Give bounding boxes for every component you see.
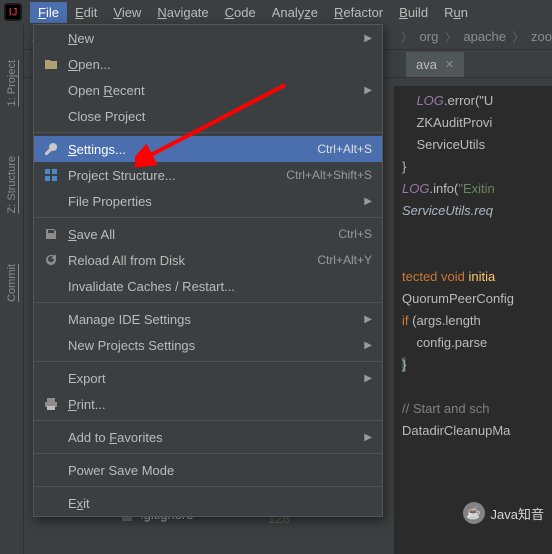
menu-item-label: Invalidate Caches / Restart... — [68, 279, 372, 294]
menu-separator — [34, 453, 382, 454]
structure-icon — [42, 168, 60, 182]
breadcrumb-part[interactable]: apache — [463, 29, 506, 44]
menu-item-label: Reload All from Disk — [68, 253, 317, 268]
rail-project[interactable]: 1: Project — [6, 60, 18, 106]
editor-tab[interactable]: ava ✕ — [406, 52, 464, 77]
menu-view[interactable]: View — [105, 2, 149, 23]
watermark-text: Java知音 — [491, 504, 544, 523]
submenu-arrow-icon: ▶ — [364, 340, 372, 351]
file-menu-dropdown: New ▶ Open... Open Recent ▶ Close Project Sett… — [33, 24, 383, 517]
menu-build[interactable]: Build — [391, 2, 436, 23]
menu-item-reload-all-from-disk[interactable]: Reload All from DiskCtrl+Alt+Y — [34, 247, 382, 273]
menu-separator — [34, 217, 382, 218]
submenu-arrow-icon: ▶ — [364, 432, 372, 443]
submenu-arrow-icon: ▶ — [364, 85, 372, 96]
menu-item-save-all[interactable]: Save AllCtrl+S — [34, 221, 382, 247]
save-icon — [42, 227, 60, 241]
watermark: ☕ Java知音 — [463, 502, 544, 524]
menu-item-add-to-favorites[interactable]: Add to Favorites ▶ — [34, 424, 382, 450]
menu-item-label: Settings... — [68, 142, 317, 157]
menu-item-new-projects-settings[interactable]: New Projects Settings ▶ — [34, 332, 382, 358]
open-icon — [42, 57, 60, 71]
code-editor[interactable]: LOG.error("U ZKAuditProvi ServiceUtils}L… — [394, 86, 552, 554]
menu-item-close-project[interactable]: Close Project — [34, 103, 382, 129]
reload-icon — [42, 253, 60, 267]
menu-item-label: Open... — [68, 57, 372, 72]
menubar: IJ FileEditViewNavigateCodeAnalyzeRefact… — [0, 0, 552, 24]
menu-item-label: Exit — [68, 496, 372, 511]
menu-item-label: Project Structure... — [68, 168, 286, 183]
menu-item-power-save-mode[interactable]: Power Save Mode — [34, 457, 382, 483]
rail-structure[interactable]: Z: Structure — [6, 156, 18, 213]
menu-item-label: Open Recent — [68, 83, 358, 98]
menu-separator — [34, 302, 382, 303]
menu-item-open[interactable]: Open... — [34, 51, 382, 77]
menu-item-shortcut: Ctrl+Alt+Shift+S — [286, 168, 372, 182]
menu-separator — [34, 361, 382, 362]
menu-separator — [34, 132, 382, 133]
menu-item-shortcut: Ctrl+S — [338, 227, 372, 241]
breadcrumb-part[interactable]: org — [420, 29, 439, 44]
menu-run[interactable]: Run — [436, 2, 476, 23]
svg-text:IJ: IJ — [9, 7, 18, 19]
menu-item-export[interactable]: Export ▶ — [34, 365, 382, 391]
submenu-arrow-icon: ▶ — [364, 196, 372, 207]
menu-item-label: Power Save Mode — [68, 463, 372, 478]
close-icon[interactable]: ✕ — [445, 58, 454, 71]
menu-item-label: Add to Favorites — [68, 430, 358, 445]
menu-item-open-recent[interactable]: Open Recent ▶ — [34, 77, 382, 103]
menu-item-label: New — [68, 31, 358, 46]
menu-navigate[interactable]: Navigate — [149, 2, 216, 23]
menu-item-invalidate-caches-restart[interactable]: Invalidate Caches / Restart... — [34, 273, 382, 299]
menu-item-label: New Projects Settings — [68, 338, 358, 353]
rail-commit[interactable]: Commit — [6, 264, 18, 302]
menu-item-label: Close Project — [68, 109, 372, 124]
submenu-arrow-icon: ▶ — [364, 373, 372, 384]
watermark-icon: ☕ — [463, 502, 485, 524]
menu-item-shortcut: Ctrl+Alt+Y — [317, 253, 372, 267]
menu-item-label: Print... — [68, 397, 372, 412]
submenu-arrow-icon: ▶ — [364, 33, 372, 44]
menu-item-label: Export — [68, 371, 358, 386]
menu-item-exit[interactable]: Exit — [34, 490, 382, 516]
print-icon — [42, 397, 60, 411]
menu-item-shortcut: Ctrl+Alt+S — [317, 142, 372, 156]
menu-item-file-properties[interactable]: File Properties ▶ — [34, 188, 382, 214]
menu-item-project-structure[interactable]: Project Structure...Ctrl+Alt+Shift+S — [34, 162, 382, 188]
left-tool-rail: 1: Project Z: Structure Commit — [0, 24, 24, 554]
menu-item-label: Manage IDE Settings — [68, 312, 358, 327]
menu-code[interactable]: Code — [217, 2, 264, 23]
menu-item-settings[interactable]: Settings...Ctrl+Alt+S — [34, 136, 382, 162]
app-icon: IJ — [4, 3, 22, 21]
menu-separator — [34, 486, 382, 487]
breadcrumb-part[interactable]: zoo — [531, 29, 552, 44]
menu-item-label: Save All — [68, 227, 338, 242]
menu-item-new[interactable]: New ▶ — [34, 25, 382, 51]
submenu-arrow-icon: ▶ — [364, 314, 372, 325]
tab-label: ava — [416, 57, 437, 72]
menu-file[interactable]: File — [30, 2, 67, 23]
menu-refactor[interactable]: Refactor — [326, 2, 391, 23]
menu-item-manage-ide-settings[interactable]: Manage IDE Settings ▶ — [34, 306, 382, 332]
wrench-icon — [42, 142, 60, 156]
menu-item-print[interactable]: Print... — [34, 391, 382, 417]
menu-edit[interactable]: Edit — [67, 2, 105, 23]
menu-analyze[interactable]: Analyze — [264, 2, 326, 23]
menu-separator — [34, 420, 382, 421]
menu-item-label: File Properties — [68, 194, 358, 209]
